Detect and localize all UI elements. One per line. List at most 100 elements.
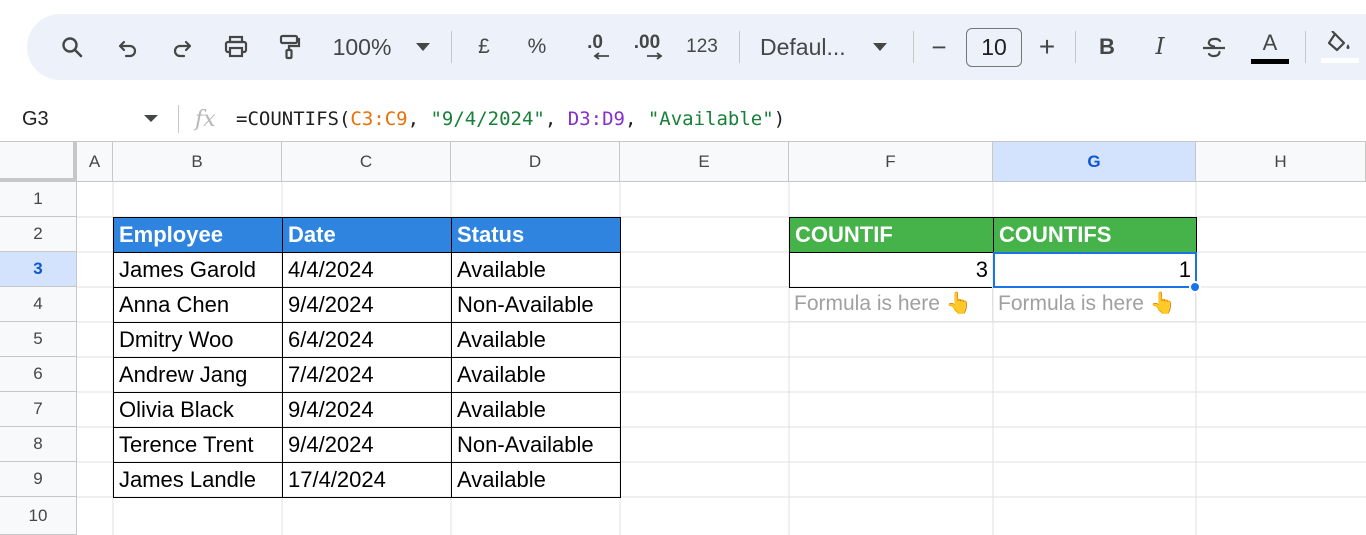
table-cell-employee[interactable]: Terence Trent xyxy=(113,427,283,463)
countif-result[interactable]: 3 xyxy=(789,252,994,288)
toolbar-divider xyxy=(913,31,914,63)
font-size-input[interactable]: 10 xyxy=(966,28,1022,67)
font-caret[interactable] xyxy=(870,14,890,80)
table-header-status[interactable]: Status xyxy=(451,217,621,253)
formula-part: , xyxy=(544,108,568,130)
italic-button[interactable]: I xyxy=(1148,14,1172,80)
table-cell-status[interactable]: Non-Available xyxy=(451,427,621,463)
table-cell-date[interactable]: 6/4/2024 xyxy=(282,322,452,358)
column-header-a[interactable]: A xyxy=(77,142,113,182)
countif-header[interactable]: COUNTIF xyxy=(789,217,994,253)
decrease-font-size-button[interactable]: − xyxy=(927,14,951,80)
paint-format-button[interactable] xyxy=(275,14,305,80)
table-cell-date[interactable]: 7/4/2024 xyxy=(282,357,452,393)
row-header-4[interactable]: 4 xyxy=(0,287,77,322)
table-cell-employee[interactable]: Olivia Black xyxy=(113,392,283,428)
table-header-employee[interactable]: Employee xyxy=(113,217,283,253)
zoom-select[interactable]: 100% xyxy=(327,14,397,80)
formula-part: ) xyxy=(773,108,786,130)
table-cell-employee[interactable]: Dmitry Woo xyxy=(113,322,283,358)
arrow-right-icon xyxy=(647,52,663,60)
table-cell-status[interactable]: Available xyxy=(451,357,621,393)
more-formats-button[interactable]: 123 xyxy=(682,14,722,80)
row-header-2[interactable]: 2 xyxy=(0,217,77,252)
table-cell-status[interactable]: Non-Available xyxy=(451,287,621,323)
row-header-5[interactable]: 5 xyxy=(0,322,77,357)
formula-part: , xyxy=(407,108,431,130)
row-header-9[interactable]: 9 xyxy=(0,462,77,497)
font-select[interactable]: Defaul... xyxy=(760,14,852,80)
redo-icon xyxy=(173,40,192,58)
formula-range-dates: C3:C9 xyxy=(350,108,408,130)
countif-note[interactable]: Formula is here 👆 xyxy=(789,287,993,322)
paint-bucket-icon xyxy=(1327,31,1350,52)
formula-range-status: D3:D9 xyxy=(567,108,625,130)
column-header-d[interactable]: D xyxy=(451,142,620,182)
column-header-c[interactable]: C xyxy=(282,142,451,182)
formula-string-status: "Available" xyxy=(647,108,774,130)
formula-string-date: "9/4/2024" xyxy=(430,108,545,130)
percent-format-button[interactable]: % xyxy=(525,14,549,80)
table-cell-status[interactable]: Available xyxy=(451,322,621,358)
row-header-1[interactable]: 1 xyxy=(0,182,77,217)
decrease-decimal-label: .0 xyxy=(587,32,603,53)
table-cell-status[interactable]: Available xyxy=(451,392,621,428)
row-header-6[interactable]: 6 xyxy=(0,357,77,392)
column-header-e[interactable]: E xyxy=(620,142,789,182)
currency-format-button[interactable]: £ xyxy=(472,14,496,80)
toolbar-divider xyxy=(451,31,452,63)
table-cell-date[interactable]: 4/4/2024 xyxy=(282,252,452,288)
table-cell-status[interactable]: Available xyxy=(451,462,621,498)
fill-color-button[interactable] xyxy=(1319,14,1361,80)
print-button[interactable] xyxy=(220,14,252,80)
toolbar-area: 100% £ % .0 .00 123 Defaul... − 10 + B I xyxy=(0,0,1366,96)
row-header-8[interactable]: 8 xyxy=(0,427,77,462)
zoom-caret[interactable] xyxy=(413,14,433,80)
select-all-corner[interactable] xyxy=(0,142,77,182)
redo-button[interactable] xyxy=(167,14,197,80)
table-cell-status[interactable]: Available xyxy=(451,252,621,288)
fx-icon: fx xyxy=(195,106,216,132)
increase-decimal-button[interactable]: .00 xyxy=(627,14,667,80)
table-cell-date[interactable]: 9/4/2024 xyxy=(282,427,452,463)
table-cell-date[interactable]: 9/4/2024 xyxy=(282,287,452,323)
formula-bar-divider xyxy=(178,105,179,133)
table-cell-employee[interactable]: Andrew Jang xyxy=(113,357,283,393)
text-color-button[interactable]: A xyxy=(1249,14,1291,80)
undo-button[interactable] xyxy=(113,14,143,80)
table-cell-date[interactable]: 17/4/2024 xyxy=(282,462,452,498)
table-cell-employee[interactable]: Anna Chen xyxy=(113,287,283,323)
toolbar-divider xyxy=(739,31,740,63)
formula-part: =COUNTIFS( xyxy=(236,108,351,130)
search-menus-button[interactable] xyxy=(57,14,87,80)
table-cell-date[interactable]: 9/4/2024 xyxy=(282,392,452,428)
table-cell-employee[interactable]: James Garold xyxy=(113,252,283,288)
column-header-b[interactable]: B xyxy=(113,142,282,182)
toolbar-divider xyxy=(1305,31,1306,63)
chevron-down-icon xyxy=(873,43,887,51)
table-cell-employee[interactable]: James Landle xyxy=(113,462,283,498)
column-header-g[interactable]: G xyxy=(993,142,1196,182)
name-box[interactable]: G3 xyxy=(22,96,49,142)
bold-button[interactable]: B xyxy=(1095,14,1119,80)
strikethrough-icon xyxy=(1203,37,1225,58)
countifs-header[interactable]: COUNTIFS xyxy=(993,217,1197,253)
row-header-3[interactable]: 3 xyxy=(0,252,77,287)
column-header-h[interactable]: H xyxy=(1196,142,1366,182)
strikethrough-button[interactable] xyxy=(1200,14,1228,80)
decrease-decimal-button[interactable]: .0 xyxy=(575,14,615,80)
increase-decimal-label: .00 xyxy=(633,32,661,53)
name-box-dropdown-icon[interactable] xyxy=(144,115,158,122)
table-header-date[interactable]: Date xyxy=(282,217,452,253)
undo-icon xyxy=(118,40,137,58)
fill-handle[interactable] xyxy=(1189,281,1201,293)
column-header-f[interactable]: F xyxy=(789,142,993,182)
formula-input[interactable]: =COUNTIFS(C3:C9, "9/4/2024", D3:D9, "Ava… xyxy=(236,96,785,142)
countifs-note[interactable]: Formula is here 👆 xyxy=(993,287,1196,322)
active-cell-selection[interactable] xyxy=(993,252,1197,288)
increase-font-size-button[interactable]: + xyxy=(1035,14,1059,80)
row-header-7[interactable]: 7 xyxy=(0,392,77,427)
toolbar: 100% £ % .0 .00 123 Defaul... − 10 + B I xyxy=(27,14,1366,80)
arrow-left-icon xyxy=(593,52,609,60)
row-header-10[interactable]: 10 xyxy=(0,497,77,535)
